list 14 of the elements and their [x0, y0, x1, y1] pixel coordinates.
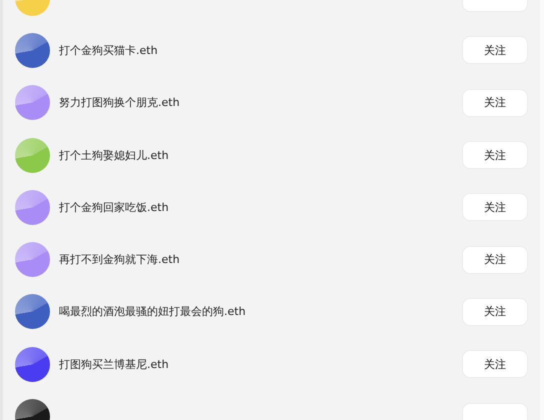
user-name: 再打不到金狗就下海.eth	[59, 252, 181, 268]
user-name: 喝最烈的酒泡最骚的妞打最会的狗.eth	[59, 304, 247, 320]
follow-button[interactable]: 关注	[462, 350, 528, 378]
user-name: 打个金狗买猫卡.eth	[59, 42, 159, 58]
follow-button[interactable]: 关注	[462, 246, 528, 274]
user-name: 打个金狗回家吃饭.eth	[59, 200, 170, 215]
user-name: 打图狗买兰博基尼.eth	[59, 356, 170, 372]
follow-button[interactable]: 关注	[462, 88, 528, 117]
follow-button[interactable]: 关注	[462, 36, 528, 64]
follow-button[interactable]: 关注	[462, 298, 528, 326]
follow-button[interactable]: 关注	[462, 141, 528, 170]
user-name: 打个土狗娶媳妇儿.eth	[59, 148, 170, 163]
follow-button[interactable]: 关注	[462, 193, 528, 222]
user-name: 努力打图狗换个朋克.eth	[59, 95, 181, 110]
